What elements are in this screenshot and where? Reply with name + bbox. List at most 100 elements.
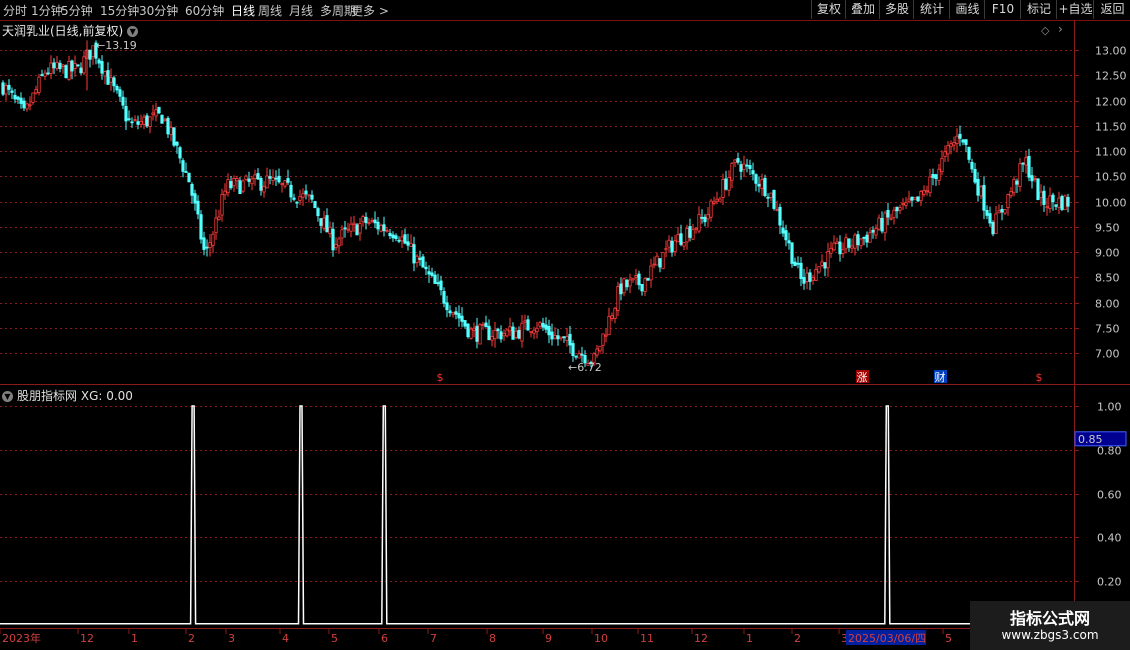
candle-body [235, 178, 239, 182]
chevron-down-icon[interactable]: ▼ [127, 26, 139, 37]
candle-body [1054, 204, 1058, 207]
candle-body [982, 184, 986, 211]
candle-body [61, 64, 65, 67]
candle-body [73, 63, 77, 70]
candle-body [811, 277, 815, 281]
candle-body [196, 200, 200, 215]
candle-body [1, 82, 5, 95]
candle-body [4, 85, 8, 95]
candle-body [391, 234, 395, 239]
candle-body [889, 217, 893, 220]
candle-body [331, 228, 335, 251]
main-chart-title: 天润乳业(日线,前复权) ▼ [2, 22, 139, 39]
candle-body [631, 277, 635, 281]
candle-body [862, 236, 866, 239]
candle-body [10, 90, 14, 93]
candle-body [379, 225, 383, 232]
indicator-value: XG: 0.00 [80, 389, 133, 403]
candle-body [955, 135, 959, 144]
candle-body [364, 216, 368, 224]
stock-name-period: 天润乳业(日线,前复权) [2, 24, 124, 38]
candle-body [736, 158, 740, 163]
candle-body [448, 310, 452, 314]
price-tick-label: 10.00 [1095, 197, 1127, 210]
candle-body [676, 234, 680, 243]
candle-body [514, 330, 518, 338]
candle-body [694, 227, 698, 230]
candle-body [847, 238, 851, 248]
x-tick-label: 2023年 [2, 631, 41, 645]
candle-body [937, 168, 941, 181]
candle-body [88, 49, 92, 60]
candle-body [904, 201, 908, 206]
candle-body [961, 139, 965, 143]
candle-body [481, 323, 485, 326]
candle-body [991, 221, 995, 235]
candle-body [646, 278, 650, 281]
candle-body [511, 326, 515, 340]
candle-body [529, 331, 533, 334]
candle-body [34, 89, 38, 94]
price-tick-label: 8.50 [1095, 272, 1120, 285]
candle-body [910, 196, 914, 201]
candle-body [793, 261, 797, 267]
candle-body [265, 175, 269, 189]
candle-body [619, 283, 623, 295]
candle-body [37, 76, 41, 93]
candle-body [700, 216, 704, 219]
candle-body [496, 328, 500, 332]
candle-body [844, 237, 848, 250]
candle-body [559, 336, 563, 339]
watermark-title: 指标公式网 [1009, 609, 1090, 628]
candle-body [673, 240, 677, 252]
candle-body [913, 196, 917, 200]
candle-body [658, 258, 662, 268]
candle-body [199, 214, 203, 240]
candle-body [151, 112, 155, 115]
candle-body [1000, 208, 1004, 213]
candle-body [601, 333, 605, 346]
candle-body [754, 174, 758, 184]
chevron-down-icon[interactable]: ▼ [2, 391, 13, 402]
candle-body [247, 178, 251, 182]
candle-body [916, 196, 920, 202]
x-tick-label: 5 [331, 632, 338, 645]
candle-body [898, 207, 902, 211]
candle-body [1018, 163, 1022, 187]
candle-body [892, 209, 896, 218]
candle-body [712, 201, 716, 204]
event-marker: 涨 [857, 371, 868, 384]
candle-body [919, 190, 923, 202]
candle-body [925, 190, 929, 193]
candle-body [79, 67, 83, 74]
candle-body [487, 325, 491, 341]
candle-body [352, 222, 356, 225]
candle-body [901, 203, 905, 206]
candle-body [922, 189, 926, 195]
x-tick-label: 8 [489, 632, 496, 645]
candle-body [22, 100, 26, 109]
candle-body [160, 114, 164, 124]
candle-body [406, 241, 410, 246]
candle-body [106, 70, 110, 85]
candle-body [187, 172, 191, 183]
candle-body [790, 242, 794, 264]
candle-body [31, 92, 35, 103]
candle-body [628, 279, 632, 287]
candle-body [184, 171, 188, 173]
candle-body [403, 234, 407, 244]
indicator-tick-label: 1.00 [1097, 401, 1122, 414]
diamond-icon[interactable]: ◇ [1041, 24, 1049, 37]
candle-body [451, 312, 455, 315]
candle-body [280, 183, 284, 185]
candle-body [346, 228, 350, 231]
candle-body [142, 116, 146, 125]
candle-body [895, 206, 899, 212]
candle-body [988, 213, 992, 224]
price-tick-label: 12.00 [1095, 96, 1127, 109]
chevron-right-icon[interactable]: › [1058, 22, 1063, 36]
candle-body [421, 256, 425, 268]
candle-body [13, 94, 17, 100]
candle-body [652, 263, 656, 266]
candle-body [661, 252, 665, 270]
